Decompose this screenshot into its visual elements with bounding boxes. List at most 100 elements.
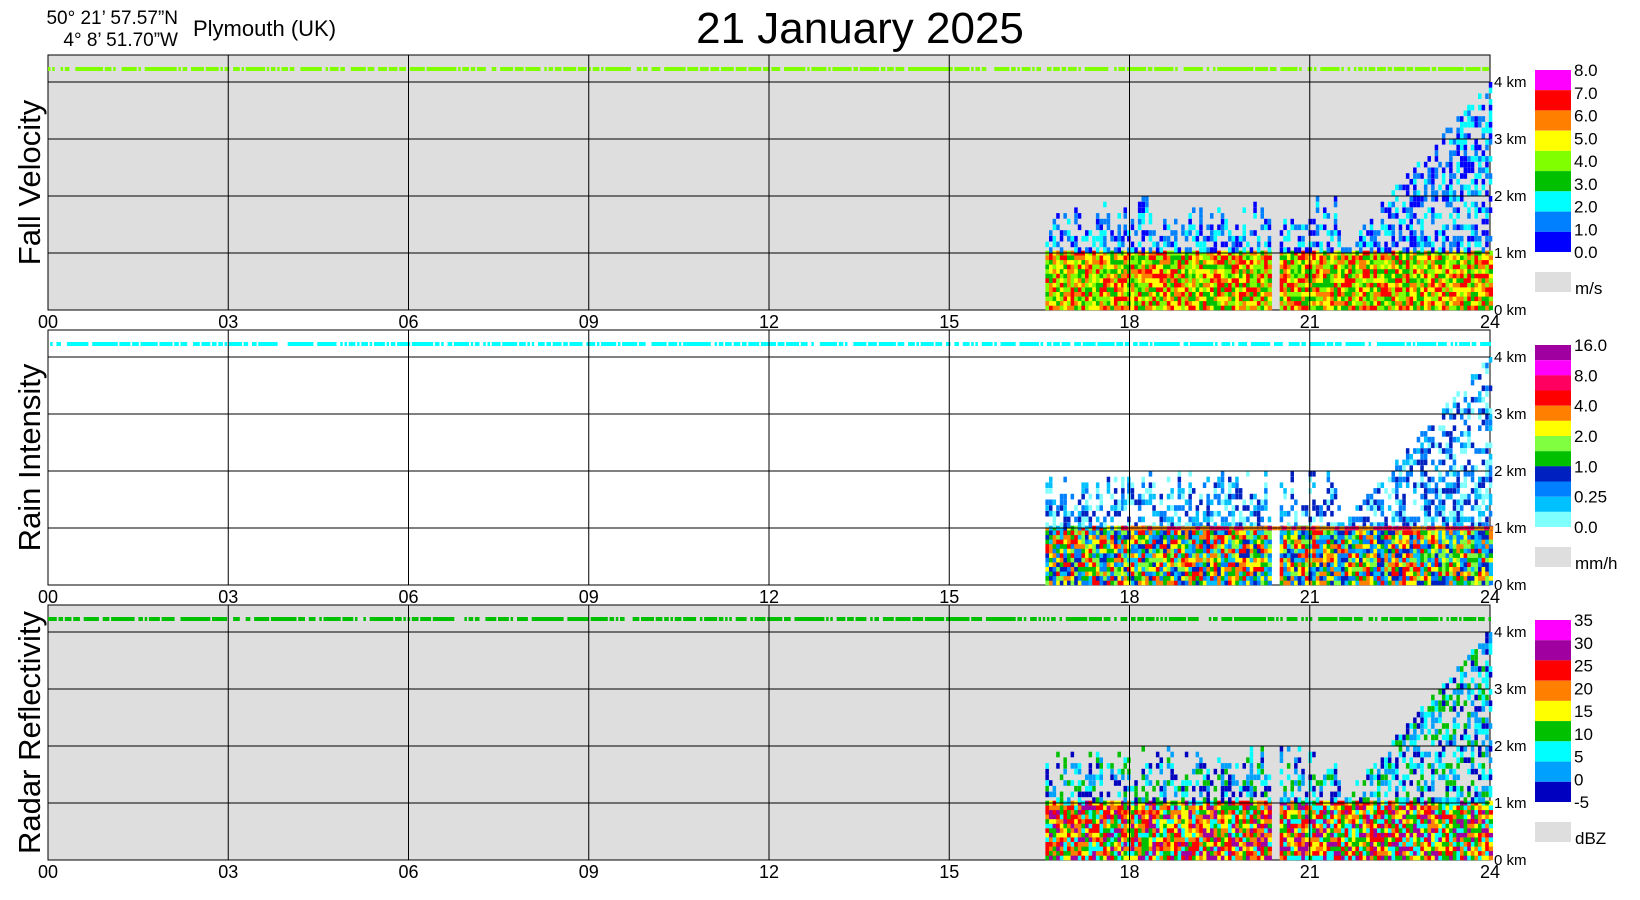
data-cell — [1337, 230, 1341, 236]
data-cell — [1402, 235, 1406, 242]
data-cell — [1312, 230, 1316, 236]
data-cell — [1192, 291, 1197, 297]
data-cell — [1359, 278, 1364, 283]
data-cell — [1449, 173, 1453, 179]
data-cell — [1231, 493, 1236, 500]
data-cell — [1485, 566, 1490, 572]
data-cell — [1246, 278, 1251, 283]
data-cell — [1095, 562, 1101, 567]
data-cell — [1380, 562, 1385, 567]
data-cell — [1431, 173, 1435, 179]
data-cell — [1470, 300, 1475, 306]
data-cell — [155, 67, 158, 71]
data-cell — [1242, 247, 1246, 253]
data-cell — [1192, 287, 1197, 292]
data-cell — [1077, 534, 1082, 540]
data-cell — [1059, 493, 1064, 500]
data-cell — [113, 67, 116, 71]
data-cell — [1067, 539, 1072, 545]
data-cell — [1470, 305, 1475, 311]
data-cell — [1488, 291, 1493, 297]
data-cell — [1463, 269, 1468, 274]
data-cell — [1238, 566, 1244, 572]
data-cell — [1141, 213, 1145, 219]
data-cell — [1395, 510, 1399, 517]
data-cell — [1326, 488, 1331, 494]
data-cell — [1260, 259, 1265, 265]
data-cell — [1445, 471, 1449, 477]
data-cell — [1438, 282, 1443, 288]
data-cell — [1148, 287, 1153, 292]
data-cell — [1130, 548, 1135, 554]
data-cell — [1460, 575, 1465, 581]
data-cell — [1416, 201, 1421, 208]
data-cell — [1286, 291, 1292, 297]
data-cell — [1063, 575, 1068, 581]
data-cell — [1470, 566, 1475, 572]
data-cell — [1045, 557, 1050, 563]
data-cell — [1110, 264, 1115, 270]
data-cell — [1467, 255, 1472, 261]
data-cell — [1059, 296, 1064, 302]
data-cell — [573, 67, 577, 71]
data-cell — [1181, 269, 1186, 274]
data-cell — [1341, 255, 1346, 261]
data-cell — [1294, 566, 1299, 572]
data-cell — [1049, 488, 1053, 494]
data-cell — [1380, 530, 1385, 536]
data-cell — [1402, 305, 1407, 311]
data-cell — [1220, 218, 1225, 225]
data-cell — [1049, 259, 1054, 265]
data-cell — [1210, 213, 1214, 219]
data-cell — [1449, 269, 1454, 274]
data-cell — [1081, 305, 1086, 311]
data-cell — [1427, 291, 1432, 297]
data-cell — [1238, 305, 1244, 311]
data-cell — [1398, 235, 1403, 242]
data-cell — [1117, 510, 1121, 517]
data-cell — [1467, 207, 1471, 213]
data-cell — [1380, 482, 1385, 488]
data-cell — [1049, 255, 1054, 261]
data-cell — [1402, 505, 1406, 511]
data-cell — [1074, 291, 1079, 297]
data-cell — [1402, 184, 1406, 191]
data-cell — [1170, 539, 1175, 545]
data-cell — [1452, 190, 1457, 196]
data-cell — [1177, 571, 1182, 577]
data-cell — [1460, 190, 1464, 196]
data-cell — [1438, 510, 1442, 517]
data-cell — [1192, 305, 1197, 311]
data-cell — [1413, 488, 1417, 494]
data-cell — [1326, 571, 1331, 577]
data-cell — [1402, 557, 1407, 563]
data-cell — [134, 67, 137, 71]
data-cell — [1351, 259, 1356, 265]
data-cell — [1478, 190, 1482, 196]
data-cell — [1431, 575, 1436, 581]
data-cell — [1301, 553, 1306, 558]
data-cell — [1416, 241, 1421, 248]
data-cell — [1217, 476, 1221, 483]
data-cell — [1460, 241, 1464, 248]
data-cell — [1145, 291, 1150, 297]
data-cell — [1074, 534, 1079, 540]
data-cell — [1326, 557, 1331, 563]
data-cell — [1409, 453, 1413, 460]
data-cell — [1103, 269, 1108, 274]
data-cell — [1304, 530, 1310, 536]
data-cell — [1373, 505, 1377, 511]
data-cell — [1256, 557, 1262, 563]
data-cell — [1474, 493, 1478, 500]
data-cell — [1067, 235, 1071, 242]
data-cell — [1049, 235, 1053, 242]
data-cell — [1242, 562, 1247, 567]
data-cell — [1304, 534, 1310, 540]
data-cell — [1456, 553, 1461, 558]
data-cell — [1337, 255, 1342, 261]
data-cell — [1177, 273, 1182, 279]
data-cell — [1206, 224, 1210, 231]
data-cell — [628, 67, 631, 71]
data-cell — [1103, 566, 1108, 572]
data-cell — [601, 67, 604, 71]
